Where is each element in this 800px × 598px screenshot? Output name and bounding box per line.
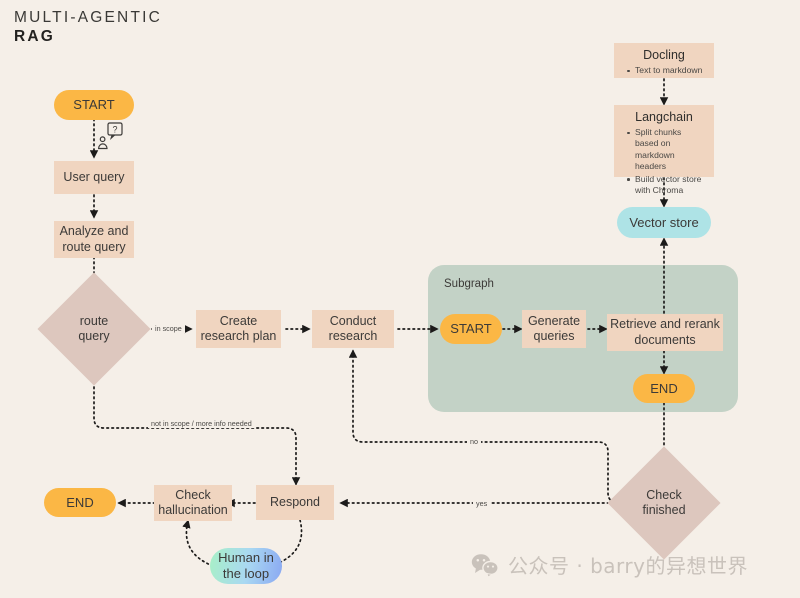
node-end-subgraph[interactable]: END — [633, 374, 695, 403]
node-retrieve-rerank-line2: documents — [634, 332, 696, 347]
node-human-in-the-loop[interactable]: Human in the loop — [210, 548, 282, 584]
node-start-main[interactable]: START — [54, 90, 134, 120]
node-generate-queries-line1: Generate — [527, 313, 581, 328]
node-human-in-the-loop-line1: Human in — [218, 550, 274, 566]
node-vector-store[interactable]: Vector store — [617, 207, 711, 238]
node-route-query-line2: query — [78, 329, 110, 343]
node-start-subgraph[interactable]: START — [440, 314, 502, 344]
node-analyze-route-query-line1: Analyze and — [59, 224, 129, 239]
card-docling-bullet-0: Text to markdown — [627, 65, 707, 76]
node-check-finished-line2: finished — [642, 503, 686, 517]
card-langchain-bullets: Split chunks based on markdown headers B… — [621, 127, 707, 197]
edge-route-notinscope-to-respond — [93, 371, 301, 486]
node-generate-queries[interactable]: Generate queries — [522, 310, 586, 348]
diagram-canvas: MULTI-AGENTIC RAG Subgraph ? START User … — [0, 0, 800, 598]
wechat-icon — [471, 553, 499, 577]
node-check-finished-line1: Check — [646, 487, 682, 502]
node-create-research-plan-line1: Create — [219, 313, 258, 328]
node-check-hallucination-line2: hallucination — [158, 503, 228, 517]
node-check-finished[interactable]: Check finished — [607, 446, 721, 560]
card-docling-bullets: Text to markdown — [621, 65, 707, 76]
edge-label-yes: yes — [473, 499, 491, 508]
card-docling[interactable]: Docling Text to markdown — [614, 43, 714, 78]
edge-label-in-scope: in scope — [152, 324, 185, 333]
node-analyze-route-query-line2: route query — [62, 239, 126, 254]
page-title-line2: RAG — [14, 28, 56, 46]
node-analyze-route-query[interactable]: Analyze and route query — [54, 221, 134, 258]
node-end-main[interactable]: END — [44, 488, 116, 517]
node-route-query-label: route query — [78, 314, 109, 345]
edge-label-not-in-scope: not in scope / more info needed — [148, 419, 255, 428]
edge-label-no: no — [467, 437, 481, 446]
edge-human-to-checkhallucination — [182, 519, 214, 567]
node-route-query-line1: route — [79, 313, 109, 328]
watermark-text: 公众号 · barry的异想世界 — [508, 554, 748, 578]
subgraph-label: Subgraph — [444, 278, 494, 290]
page-title: MULTI-AGENTIC RAG — [14, 8, 162, 47]
node-check-hallucination[interactable]: Check hallucination — [154, 485, 232, 521]
user-question-icon: ? — [97, 122, 123, 150]
card-langchain[interactable]: Langchain Split chunks based on markdown… — [614, 105, 714, 195]
node-conduct-research-line1: Conduct — [329, 313, 377, 328]
node-conduct-research-line2: research — [328, 329, 378, 343]
node-human-in-the-loop-line2: the loop — [222, 566, 270, 581]
card-langchain-bullet-0: Split chunks based on markdown headers — [627, 127, 707, 173]
node-conduct-research[interactable]: Conduct research — [312, 310, 394, 348]
node-create-research-plan-line2: research plan — [200, 329, 277, 343]
watermark: 公众号 · barry的异想世界 — [471, 550, 748, 579]
node-check-finished-label: Check finished — [642, 488, 685, 519]
node-check-hallucination-line1: Check — [175, 487, 211, 502]
node-generate-queries-line2: queries — [533, 329, 575, 343]
card-langchain-title: Langchain — [635, 110, 693, 124]
node-create-research-plan[interactable]: Create research plan — [196, 310, 281, 348]
node-retrieve-rerank-line1: Retrieve and rerank — [610, 317, 720, 332]
card-docling-title: Docling — [643, 48, 685, 62]
page-title-line1: MULTI-AGENTIC — [14, 9, 163, 26]
node-user-query[interactable]: User query — [54, 161, 134, 194]
node-route-query[interactable]: route query — [37, 272, 151, 386]
node-retrieve-rerank-documents[interactable]: Retrieve and rerank documents — [607, 314, 723, 351]
node-respond[interactable]: Respond — [256, 485, 334, 520]
card-langchain-bullet-1: Build vector store with Chroma — [627, 174, 707, 197]
svg-text:?: ? — [112, 125, 117, 135]
